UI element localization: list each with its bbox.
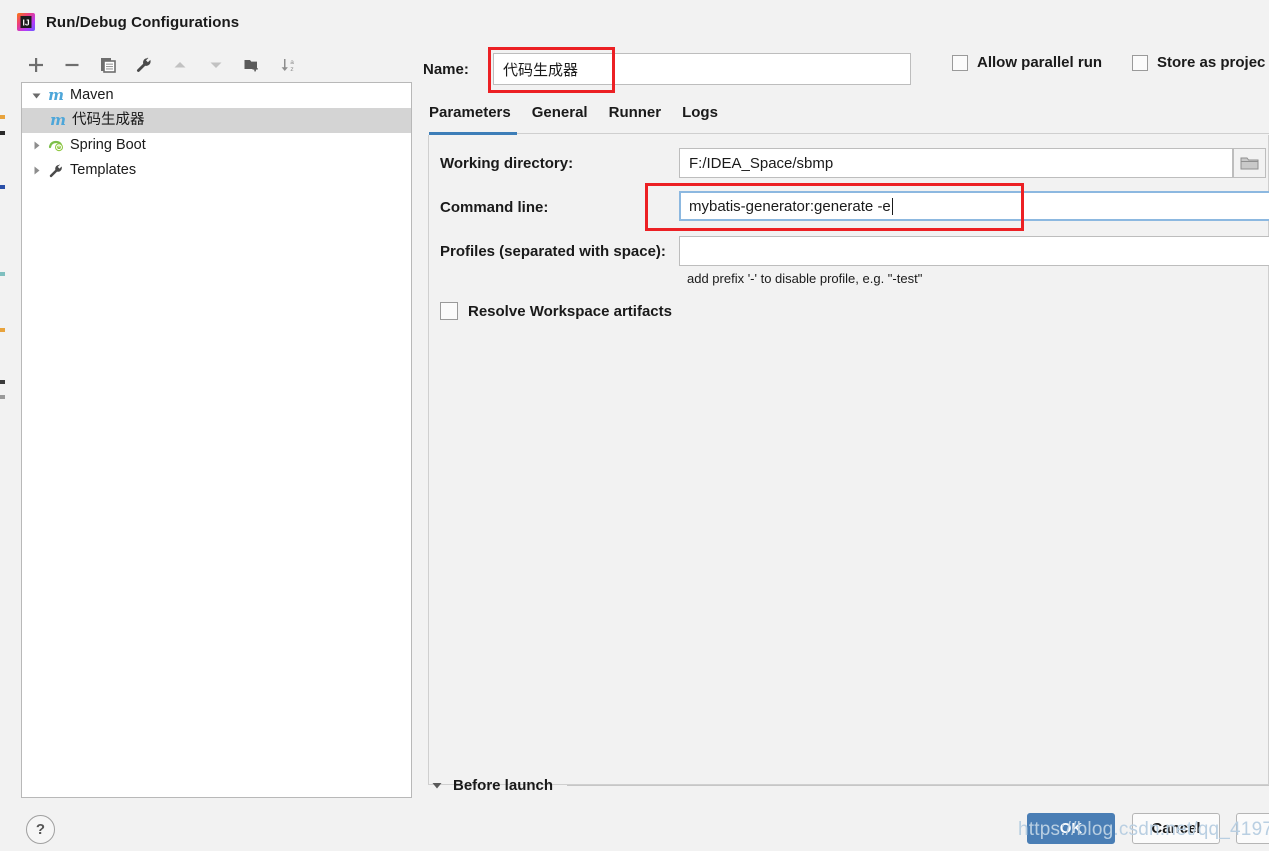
configurations-toolbar: a z bbox=[23, 50, 408, 80]
tree-item-label: Spring Boot bbox=[70, 137, 146, 154]
profiles-input[interactable] bbox=[679, 236, 1269, 266]
chevron-down-icon[interactable] bbox=[431, 779, 443, 791]
tree-item-label: Templates bbox=[70, 162, 137, 179]
name-row: Name: 代码生成器 bbox=[423, 52, 911, 86]
svg-text:z: z bbox=[290, 66, 293, 73]
sort-alphabetically-button[interactable]: a z bbox=[275, 52, 301, 78]
tab-label: General bbox=[531, 104, 588, 121]
resolve-workspace-artifacts-label: Resolve Workspace artifacts bbox=[468, 302, 672, 320]
chevron-down-icon[interactable] bbox=[26, 90, 46, 101]
before-launch-label: Before launch bbox=[453, 776, 554, 794]
remove-configuration-button[interactable] bbox=[59, 52, 85, 78]
wrench-icon bbox=[46, 163, 66, 179]
dialog-title: Run/Debug Configurations bbox=[46, 13, 240, 31]
profiles-label-row: Profiles (separated with space): bbox=[440, 236, 666, 266]
before-launch-section[interactable]: Before launch bbox=[431, 772, 1269, 798]
tab-logs[interactable]: Logs bbox=[682, 102, 729, 129]
spring-boot-icon bbox=[46, 138, 66, 154]
tree-item-code-generator[interactable]: m 代码生成器 bbox=[22, 108, 411, 133]
command-line-input[interactable]: mybatis-generator:generate -e bbox=[679, 191, 1269, 221]
maven-m-icon: m bbox=[50, 111, 66, 129]
tab-label: Logs bbox=[682, 104, 718, 121]
resolve-workspace-artifacts-checkbox[interactable] bbox=[440, 302, 458, 320]
tabs-divider bbox=[429, 133, 1269, 134]
intellij-idea-icon: IJ bbox=[16, 12, 36, 32]
help-button[interactable]: ? bbox=[26, 815, 55, 844]
ok-button[interactable]: OK bbox=[1027, 813, 1115, 844]
store-as-project-label: Store as projec bbox=[1157, 54, 1266, 71]
working-directory-input[interactable]: F:/IDEA_Space/sbmp bbox=[679, 148, 1233, 178]
folder-icon bbox=[1240, 157, 1259, 170]
resolve-workspace-artifacts-row[interactable]: Resolve Workspace artifacts bbox=[440, 302, 672, 320]
run-debug-configurations-dialog: IJ Run/Debug Configurations a z m Maven … bbox=[0, 0, 1269, 851]
store-as-project-checkbox[interactable] bbox=[1132, 54, 1148, 71]
name-input[interactable]: 代码生成器 bbox=[493, 53, 911, 85]
tab-runner[interactable]: Runner bbox=[609, 102, 673, 129]
add-configuration-button[interactable] bbox=[23, 52, 49, 78]
tree-item-templates[interactable]: Templates bbox=[22, 158, 411, 183]
working-directory-label: Working directory: bbox=[440, 154, 574, 172]
text-caret bbox=[891, 197, 893, 215]
command-line-label-row: Command line: bbox=[440, 192, 548, 222]
editor-tabs: Parameters General Runner Logs bbox=[429, 102, 739, 129]
new-folder-button[interactable] bbox=[239, 52, 265, 78]
section-separator bbox=[567, 784, 1269, 786]
working-directory-label-row: Working directory: bbox=[440, 148, 573, 178]
working-directory-browse-button[interactable] bbox=[1233, 148, 1266, 178]
cancel-button[interactable]: Cancel bbox=[1132, 813, 1220, 844]
name-label: Name: bbox=[423, 60, 469, 78]
tree-item-maven[interactable]: m Maven bbox=[22, 83, 411, 108]
chevron-right-icon[interactable] bbox=[26, 165, 46, 176]
command-line-value: mybatis-generator:generate -e bbox=[689, 197, 891, 215]
tree-item-label: 代码生成器 bbox=[72, 112, 145, 129]
tab-label: Runner bbox=[608, 104, 662, 121]
edit-templates-button[interactable] bbox=[131, 52, 157, 78]
tree-item-label: Maven bbox=[70, 87, 114, 104]
svg-text:IJ: IJ bbox=[22, 18, 29, 28]
svg-text:a: a bbox=[290, 59, 294, 66]
maven-m-icon: m bbox=[48, 86, 64, 104]
dialog-body: IJ Run/Debug Configurations a z m Maven … bbox=[5, 0, 1269, 851]
copy-configuration-button[interactable] bbox=[95, 52, 121, 78]
profiles-hint: add prefix '-' to disable profile, e.g. … bbox=[687, 271, 923, 286]
configurations-tree[interactable]: m Maven m 代码生成器 Spring Boot Templates bbox=[21, 82, 412, 798]
chevron-right-icon[interactable] bbox=[26, 140, 46, 151]
command-line-label: Command line: bbox=[440, 198, 549, 216]
tab-parameters[interactable]: Parameters bbox=[429, 102, 522, 129]
profiles-label: Profiles (separated with space): bbox=[440, 242, 666, 260]
configuration-editor: Name: 代码生成器 Allow parallel run Store as … bbox=[423, 40, 1269, 785]
move-down-button[interactable] bbox=[203, 52, 229, 78]
allow-parallel-run-label: Allow parallel run bbox=[977, 54, 1103, 71]
tab-label: Parameters bbox=[429, 104, 511, 121]
store-as-project-row[interactable]: Store as projec bbox=[1132, 54, 1265, 71]
tree-item-spring-boot[interactable]: Spring Boot bbox=[22, 133, 411, 158]
allow-parallel-run-checkbox[interactable] bbox=[952, 54, 968, 71]
tab-general[interactable]: General bbox=[532, 102, 599, 129]
move-up-button[interactable] bbox=[167, 52, 193, 78]
parameters-panel: Working directory: F:/IDEA_Space/sbmp Co… bbox=[428, 135, 1269, 785]
dialog-titlebar: IJ Run/Debug Configurations bbox=[5, 0, 1269, 44]
apply-button[interactable]: A bbox=[1236, 813, 1269, 844]
allow-parallel-run-row[interactable]: Allow parallel run bbox=[952, 54, 1102, 71]
